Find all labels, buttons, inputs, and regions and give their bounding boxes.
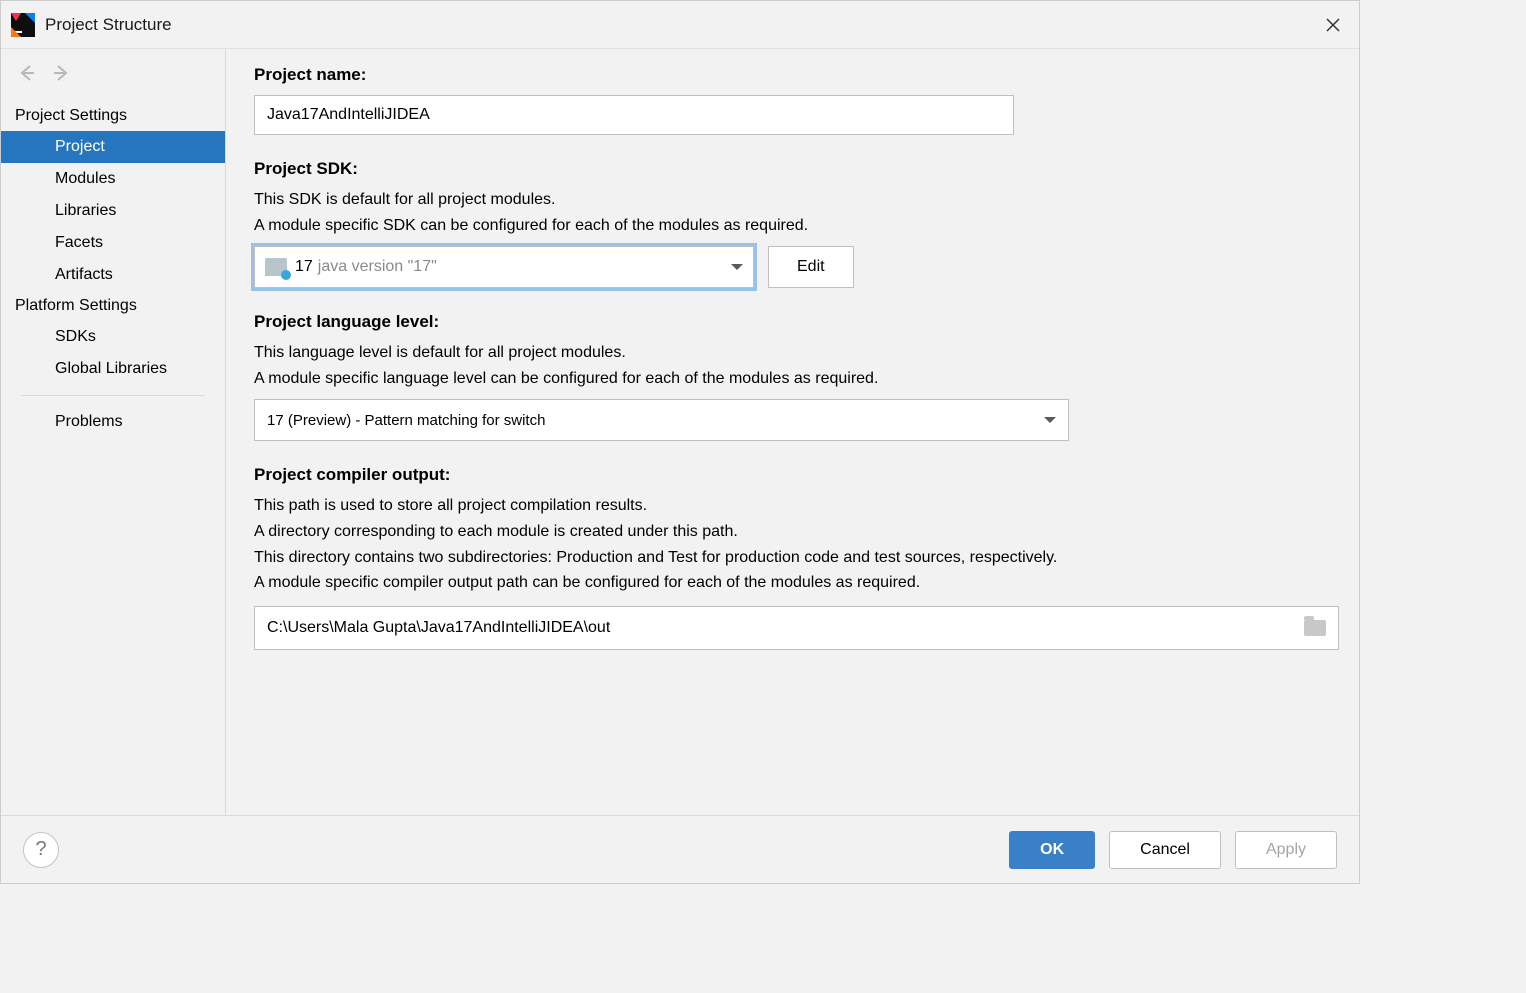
compiler-description-4: A module specific compiler output path c… <box>254 570 1331 596</box>
lang-description-1: This language level is default for all p… <box>254 340 1331 366</box>
sidebar-item-facets[interactable]: Facets <box>1 227 225 259</box>
compiler-output-field <box>254 606 1339 650</box>
browse-folder-button[interactable] <box>1304 620 1326 636</box>
compiler-description-3: This directory contains two subdirectori… <box>254 545 1331 571</box>
apply-button[interactable]: Apply <box>1235 831 1337 869</box>
close-button[interactable] <box>1317 9 1349 41</box>
close-icon <box>1326 18 1340 32</box>
sdk-selected-suffix: java version "17" <box>318 258 437 276</box>
dialog-footer: ? OK Cancel Apply <box>1 815 1359 883</box>
nav-arrows <box>1 61 225 101</box>
arrow-right-icon <box>51 63 71 83</box>
intellij-idea-icon <box>11 13 35 37</box>
language-level-selected: 17 (Preview) - Pattern matching for swit… <box>267 412 545 429</box>
sidebar-divider <box>21 395 205 396</box>
sidebar-item-artifacts[interactable]: Artifacts <box>1 259 225 291</box>
cancel-button[interactable]: Cancel <box>1109 831 1221 869</box>
sidebar-item-project[interactable]: Project <box>1 131 225 163</box>
edit-sdk-button[interactable]: Edit <box>768 246 854 288</box>
sdk-description-1: This SDK is default for all project modu… <box>254 187 1331 213</box>
compiler-description-1: This path is used to store all project c… <box>254 493 1331 519</box>
compiler-output-label: Project compiler output: <box>254 465 1331 485</box>
chevron-down-icon <box>1044 417 1056 423</box>
project-sdk-label: Project SDK: <box>254 159 1331 179</box>
sidebar-section-platform-settings: Platform Settings <box>1 291 225 321</box>
lang-description-2: A module specific language level can be … <box>254 366 1331 392</box>
ok-button[interactable]: OK <box>1009 831 1095 869</box>
sidebar-item-modules[interactable]: Modules <box>1 163 225 195</box>
sidebar-item-libraries[interactable]: Libraries <box>1 195 225 227</box>
project-name-input[interactable] <box>254 95 1014 135</box>
nav-back-button[interactable] <box>15 61 39 85</box>
footer-buttons: OK Cancel Apply <box>1009 831 1337 869</box>
language-level-combobox[interactable]: 17 (Preview) - Pattern matching for swit… <box>254 399 1069 441</box>
sidebar-item-sdks[interactable]: SDKs <box>1 321 225 353</box>
project-name-label: Project name: <box>254 65 1331 85</box>
chevron-down-icon <box>731 264 743 270</box>
project-structure-dialog: Project Structure Project Settings Proje… <box>0 0 1360 884</box>
titlebar: Project Structure <box>1 1 1359 49</box>
sidebar-item-global-libraries[interactable]: Global Libraries <box>1 353 225 385</box>
sdk-description-2: A module specific SDK can be configured … <box>254 213 1331 239</box>
help-button[interactable]: ? <box>23 832 59 868</box>
content-pane: Project name: Project SDK: This SDK is d… <box>226 49 1359 815</box>
arrow-left-icon <box>17 63 37 83</box>
dialog-title: Project Structure <box>45 15 172 35</box>
nav-forward-button[interactable] <box>49 61 73 85</box>
sdk-selected-prefix: 17 <box>295 258 313 276</box>
sidebar-section-project-settings: Project Settings <box>1 101 225 131</box>
project-sdk-combobox[interactable]: 17 java version "17" <box>254 246 754 288</box>
compiler-output-input[interactable] <box>267 619 1294 637</box>
sidebar: Project Settings Project Modules Librari… <box>1 49 226 815</box>
compiler-description-2: A directory corresponding to each module… <box>254 519 1331 545</box>
sidebar-item-problems[interactable]: Problems <box>1 406 225 438</box>
dialog-body: Project Settings Project Modules Librari… <box>1 49 1359 815</box>
language-level-label: Project language level: <box>254 312 1331 332</box>
jdk-icon <box>265 258 287 276</box>
